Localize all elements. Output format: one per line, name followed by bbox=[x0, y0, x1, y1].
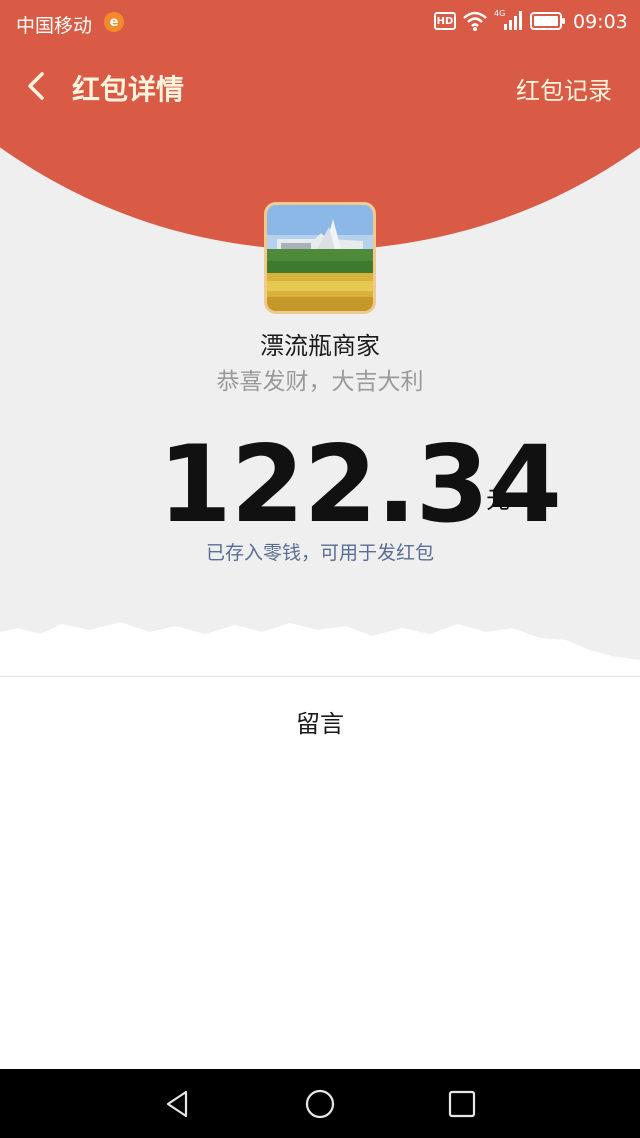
battery-icon bbox=[530, 12, 565, 30]
sender-name: 漂流瓶商家 bbox=[260, 332, 380, 360]
svg-text:4G: 4G bbox=[494, 9, 505, 18]
sender-avatar[interactable] bbox=[264, 202, 376, 314]
android-nav-bar bbox=[0, 1069, 640, 1138]
triangle-back-icon[interactable] bbox=[162, 1088, 194, 1120]
message-section-title: 留言 bbox=[296, 710, 344, 738]
carrier-name: 中国移动 bbox=[16, 15, 93, 37]
currency-unit: 元 bbox=[486, 486, 510, 514]
greeting-text: 恭喜发财，大吉大利 bbox=[216, 369, 424, 395]
square-recent-icon[interactable] bbox=[446, 1088, 478, 1120]
page-title: 红包详情 bbox=[72, 73, 185, 106]
circle-home-icon[interactable] bbox=[304, 1088, 336, 1120]
clock-time: 09:03 bbox=[573, 11, 628, 33]
avatar-photo bbox=[267, 205, 373, 311]
carrier-badge-icon: e bbox=[104, 12, 124, 32]
deposit-note-link[interactable]: 已存入零钱，可用于发红包 bbox=[0, 538, 640, 565]
signal-4g-icon: 4G bbox=[494, 9, 522, 30]
wifi-icon bbox=[463, 11, 487, 31]
torn-paper-edge bbox=[0, 622, 640, 672]
status-bar: 中国移动 e HD 4G 09:03 bbox=[0, 0, 640, 44]
red-packet-records-link[interactable]: 红包记录 bbox=[516, 71, 612, 106]
section-divider bbox=[0, 676, 640, 677]
hd-icon: HD bbox=[434, 12, 456, 30]
chevron-left-icon[interactable] bbox=[24, 70, 48, 102]
